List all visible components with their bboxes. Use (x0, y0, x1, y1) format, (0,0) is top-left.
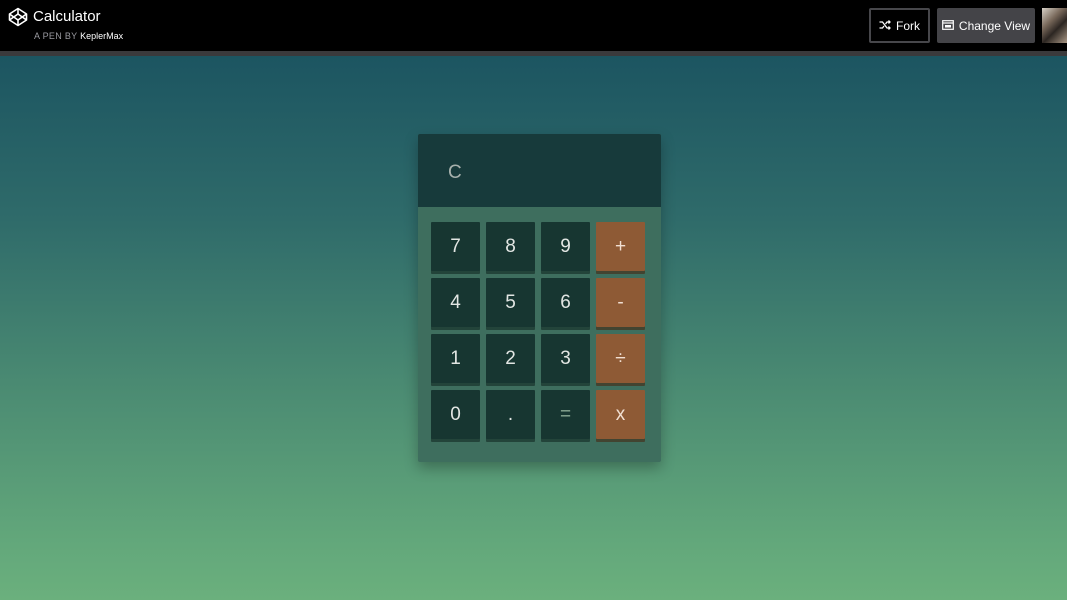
pen-title[interactable]: Calculator (33, 8, 101, 26)
key-7-button[interactable]: 7 (431, 222, 480, 271)
key-9-button[interactable]: 9 (541, 222, 590, 271)
key-2-button[interactable]: 2 (486, 334, 535, 383)
editor-header: Calculator A PEN BY KeplerMax Fork Chang… (0, 0, 1067, 51)
key-equals-button[interactable]: = (541, 390, 590, 439)
key-8-button[interactable]: 8 (486, 222, 535, 271)
fork-icon (879, 19, 891, 33)
calculator-display: C (418, 134, 661, 207)
keypad: 7 8 9 +4 5 6- 1 2 3 ÷ 0. = x (431, 222, 645, 439)
user-avatar[interactable] (1042, 8, 1067, 43)
key-6-button[interactable]: 6 (541, 278, 590, 327)
key-0-button[interactable]: 0 (431, 390, 480, 439)
key-multiply-button[interactable]: x (596, 390, 645, 439)
key-4-button[interactable]: 4 (431, 278, 480, 327)
key-divide-button[interactable]: ÷ (596, 334, 645, 383)
fork-label: Fork (896, 18, 920, 33)
author-link[interactable]: KeplerMax (80, 31, 123, 41)
key-1-button[interactable]: 1 (431, 334, 480, 383)
change-view-label: Change View (958, 18, 1031, 33)
change-view-button[interactable]: Change View (937, 8, 1035, 43)
key-minus-button[interactable]: - (596, 278, 645, 327)
display-text[interactable]: C (448, 162, 462, 184)
key-decimal-button[interactable]: . (486, 390, 535, 439)
key-3-button[interactable]: 3 (541, 334, 590, 383)
byline-prefix: A PEN BY (34, 31, 78, 41)
codepen-logo-icon[interactable] (8, 7, 28, 27)
key-5-button[interactable]: 5 (486, 278, 535, 327)
pen-byline: A PEN BY KeplerMax (34, 31, 123, 42)
fork-button[interactable]: Fork (869, 8, 930, 43)
key-plus-button[interactable]: + (596, 222, 645, 271)
layout-icon (942, 19, 954, 33)
calculator: C 7 8 9 +4 5 6- 1 2 3 ÷ 0. = x (418, 134, 661, 462)
